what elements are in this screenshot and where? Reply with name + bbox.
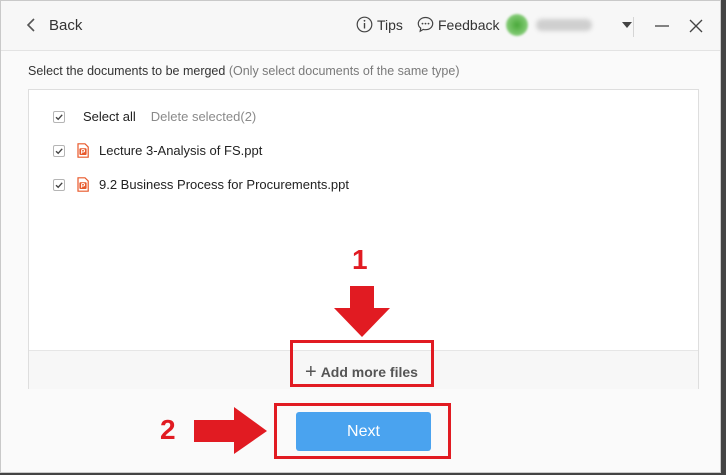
ppt-file-icon — [77, 177, 89, 192]
feedback-button[interactable]: Feedback — [417, 16, 499, 33]
file-name: 9.2 Business Process for Procurements.pp… — [99, 177, 350, 192]
ppt-file-icon — [77, 143, 89, 158]
select-all-row: Select all Delete selected(2) — [53, 109, 256, 124]
list-item: 9.2 Business Process for Procurements.pp… — [53, 177, 349, 192]
list-item: Lecture 3-Analysis of FS.ppt — [53, 143, 262, 158]
caret-down-icon — [622, 22, 632, 28]
minimize-icon[interactable] — [652, 16, 672, 36]
checkmark-icon — [55, 147, 63, 154]
back-button[interactable]: Back — [23, 16, 82, 34]
file-checkbox[interactable] — [53, 178, 65, 191]
username-blurred — [536, 19, 592, 31]
back-label: Back — [49, 16, 83, 34]
tips-label: Tips — [377, 16, 403, 33]
close-icon[interactable] — [686, 16, 706, 36]
checkmark-icon — [55, 181, 63, 188]
avatar — [506, 14, 528, 36]
delete-selected-button[interactable]: Delete selected(2) — [151, 109, 257, 124]
arrow-down-icon — [334, 286, 390, 337]
titlebar-divider — [633, 17, 634, 37]
annotation-highlight-add-more — [290, 340, 434, 387]
file-checkbox[interactable] — [53, 144, 65, 157]
instruction-text: Select the documents to be merged (Only … — [28, 64, 460, 78]
instruction-main: Select the documents to be merged — [28, 64, 226, 78]
file-name: Lecture 3-Analysis of FS.ppt — [99, 143, 263, 158]
feedback-label: Feedback — [438, 16, 500, 33]
tips-button[interactable]: Tips — [356, 16, 403, 33]
chat-bubble-icon — [417, 16, 434, 33]
title-bar: Back Tips Feedback — [1, 1, 720, 51]
chevron-left-icon — [26, 18, 35, 32]
user-account-menu[interactable] — [506, 14, 632, 36]
instruction-note: (Only select documents of the same type) — [228, 64, 460, 78]
info-icon — [356, 16, 373, 33]
select-all-label[interactable]: Select all — [83, 109, 136, 124]
checkmark-icon — [55, 113, 63, 120]
select-all-checkbox[interactable] — [53, 110, 65, 123]
annotation-step-1: 1 — [352, 244, 368, 275]
arrow-right-icon — [194, 407, 267, 454]
annotation-highlight-next — [274, 403, 451, 459]
annotation-step-2: 2 — [160, 414, 176, 445]
